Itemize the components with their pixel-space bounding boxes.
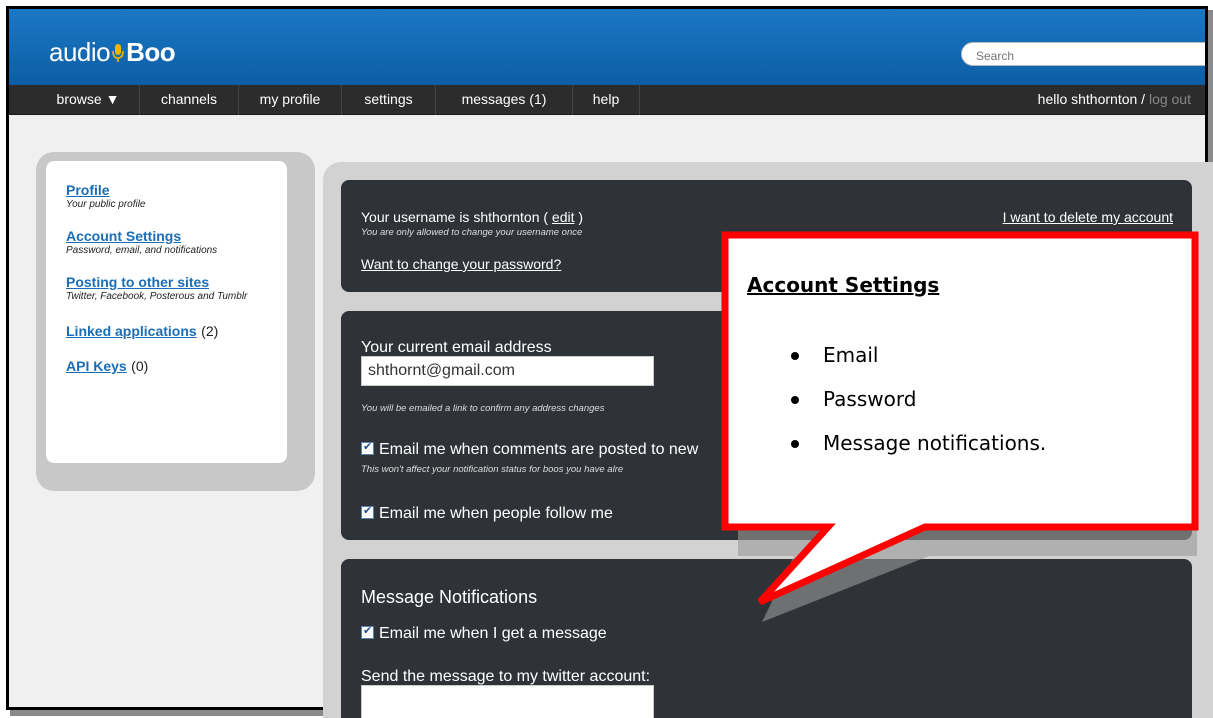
callout-content: Account Settings Email Password Message …: [723, 235, 1193, 527]
callout-title: Account Settings: [747, 273, 940, 297]
callout-item-password: Password: [790, 387, 1046, 431]
callout-list: Email Password Message notifications.: [790, 343, 1046, 475]
callout-item-email: Email: [790, 343, 1046, 387]
callout-item-notifications: Message notifications.: [790, 431, 1046, 475]
